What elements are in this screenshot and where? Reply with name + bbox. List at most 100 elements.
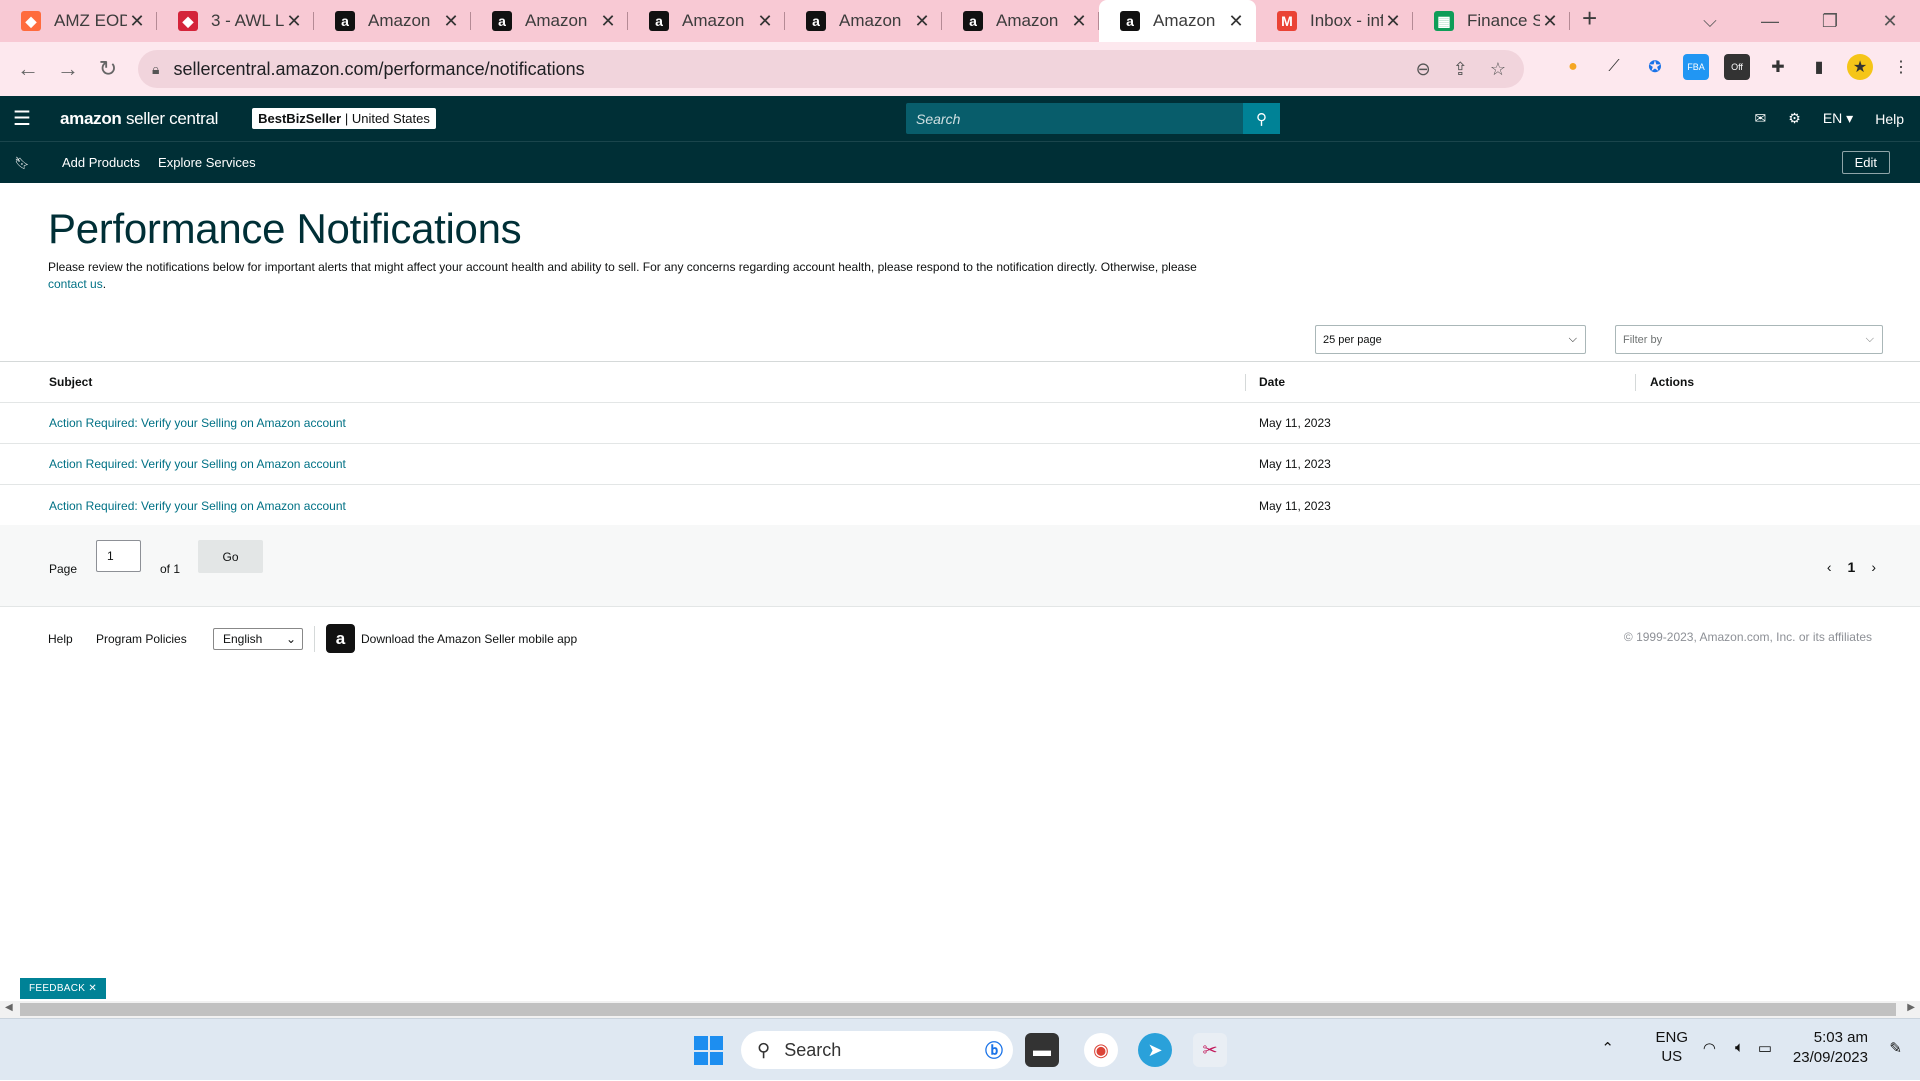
zoom-icon[interactable]: ⊖ (1416, 59, 1431, 80)
profile-avatar[interactable]: ★ (1847, 54, 1873, 80)
language-selector[interactable]: EN ▾ (1823, 110, 1853, 127)
column-header-actions: Actions (1650, 375, 1695, 389)
extension-icon[interactable]: ⟋ (1601, 54, 1627, 80)
share-icon[interactable]: ⇪ (1453, 59, 1468, 80)
horizontal-scrollbar[interactable]: ◀ ▶ (0, 1001, 1920, 1018)
scroll-right-icon[interactable]: ▶ (1907, 1002, 1915, 1013)
snipping-tool-icon[interactable]: ✂ (1193, 1033, 1227, 1067)
feedback-button[interactable]: FEEDBACK ✕ (20, 978, 106, 999)
column-header-subject[interactable]: Subject (49, 375, 92, 389)
input-language[interactable]: ENG US (1655, 1028, 1688, 1066)
gear-icon[interactable]: ⚙ (1788, 110, 1801, 127)
extension-icon[interactable]: ✪ (1642, 54, 1668, 80)
per-page-select[interactable]: 25 per page ⌵ (1315, 325, 1586, 354)
browser-tab[interactable]: M Inbox - inf ✕ (1256, 0, 1413, 42)
column-header-date[interactable]: Date (1259, 375, 1285, 389)
browser-tab[interactable]: a Amazon ✕ (471, 0, 628, 42)
bing-icon[interactable]: ⓑ (985, 1037, 1003, 1063)
extension-icon[interactable]: Off (1724, 54, 1750, 80)
filter-select[interactable]: Filter by ⌵ (1615, 325, 1883, 354)
extension-icon[interactable]: FBA (1683, 54, 1709, 80)
battery-icon[interactable]: ▭ (1758, 1039, 1772, 1057)
close-tab-icon[interactable]: ✕ (1069, 11, 1089, 32)
reload-icon[interactable]: ↻ (88, 56, 128, 82)
close-tab-icon[interactable]: ✕ (1540, 11, 1560, 32)
notification-subject-link[interactable]: Action Required: Verify your Selling on … (49, 499, 346, 513)
browser-tab[interactable]: ▦ Finance Sh✕ (1413, 0, 1570, 42)
footer-language-select[interactable]: English ⌄ (213, 628, 303, 650)
tab-title: AMZ EOD (54, 11, 127, 30)
forward-icon[interactable]: → (48, 56, 88, 82)
close-tab-icon[interactable]: ✕ (912, 11, 932, 32)
amazon-app-icon[interactable]: a (326, 624, 355, 653)
puzzle-icon[interactable]: ✚ (1765, 54, 1791, 80)
close-tab-icon[interactable]: ✕ (127, 11, 147, 32)
browser-tab[interactable]: ◆ AMZ EOD ✕ (0, 0, 157, 42)
account-switcher[interactable]: BestBizSeller | United States (252, 108, 436, 129)
windows-start-icon[interactable] (694, 1036, 723, 1065)
notification-subject-link[interactable]: Action Required: Verify your Selling on … (49, 457, 346, 471)
close-tab-icon[interactable]: ✕ (598, 11, 618, 32)
volume-icon[interactable]: 🔈︎ (1735, 1039, 1744, 1056)
contact-us-link[interactable]: contact us (48, 277, 103, 291)
chrome-icon[interactable]: ◉ (1084, 1033, 1118, 1067)
subnav-explore-services[interactable]: Explore Services (158, 155, 256, 170)
browser-tab[interactable]: a Amazon ✕ (314, 0, 471, 42)
header-search-input[interactable]: Search (906, 103, 1243, 134)
footer-help-link[interactable]: Help (48, 632, 73, 646)
download-app-link[interactable]: Download the Amazon Seller mobile app (361, 632, 577, 646)
kebab-menu-icon[interactable]: ⋮ (1888, 54, 1914, 80)
chevron-up-icon[interactable]: ⌃ (1601, 1039, 1614, 1057)
current-page[interactable]: 1 (1848, 559, 1856, 575)
file-explorer-icon[interactable]: ▬ (1025, 1033, 1059, 1067)
browser-tab[interactable]: a Amazon ✕ (785, 0, 942, 42)
close-window-button[interactable]: ✕ (1860, 11, 1920, 32)
extensions-area: ● ⟋ ✪ FBA Off ✚ ▮ ★ ⋮ (1560, 54, 1914, 80)
notification-subject-link[interactable]: Action Required: Verify your Selling on … (49, 416, 346, 430)
chevron-right-icon[interactable]: › (1871, 559, 1876, 575)
new-tab-icon[interactable]: + (1582, 3, 1597, 34)
browser-tab[interactable]: a Amazon ✕ (628, 0, 785, 42)
edit-nav-button[interactable]: Edit (1841, 151, 1890, 174)
close-tab-icon[interactable]: ✕ (441, 11, 461, 32)
seller-central-logo[interactable]: amazon seller central (60, 109, 218, 129)
minimize-button[interactable]: — (1740, 11, 1800, 32)
browser-tab[interactable]: ◆ 3 - AWL LA✕ (157, 0, 314, 42)
notification-icon[interactable]: ✎ (1889, 1039, 1902, 1057)
close-tab-icon[interactable]: ✕ (1383, 11, 1403, 32)
amazon-icon: a (335, 11, 355, 31)
telegram-icon[interactable]: ➤ (1138, 1033, 1172, 1067)
help-link[interactable]: Help (1875, 111, 1904, 127)
mail-icon[interactable]: ✉ (1755, 110, 1767, 127)
restore-button[interactable]: ❐ (1800, 11, 1860, 32)
scrollbar-thumb[interactable] (20, 1003, 1896, 1016)
extension-icon[interactable]: ● (1560, 54, 1586, 80)
lock-icon[interactable]: 🔒︎ (152, 61, 159, 78)
tab-title: Inbox - inf (1310, 11, 1383, 30)
tab-search-icon[interactable]: ⌵ (1680, 11, 1740, 32)
browser-tab[interactable]: a Amazon ✕ (942, 0, 1099, 42)
close-tab-icon[interactable]: ✕ (755, 11, 775, 32)
back-icon[interactable]: ← (8, 56, 48, 82)
bookmark-icon[interactable]: 🔖︎ (0, 156, 44, 170)
browser-toolbar: ← → ↻ 🔒︎ sellercentral.amazon.com/perfor… (0, 42, 1920, 96)
taskbar-search-label: Search (784, 1039, 842, 1060)
close-tab-icon[interactable]: ✕ (1226, 11, 1246, 32)
footer-program-policies-link[interactable]: Program Policies (96, 632, 187, 646)
chevron-left-icon[interactable]: ‹ (1827, 559, 1832, 575)
clock[interactable]: 5:03 am 23/09/2023 (1793, 1028, 1868, 1068)
sidepanel-icon[interactable]: ▮ (1806, 54, 1832, 80)
close-tab-icon[interactable]: ✕ (284, 11, 304, 32)
bookmark-star-icon[interactable]: ☆ (1490, 59, 1506, 80)
subnav-add-products[interactable]: Add Products (62, 155, 140, 170)
hamburger-menu-icon[interactable]: ☰ (0, 106, 44, 131)
page-number-input[interactable]: 1 (96, 540, 141, 572)
browser-tab[interactable]: a Amazon ✕ (1099, 0, 1256, 42)
scroll-left-icon[interactable]: ◀ (5, 1002, 13, 1013)
search-button[interactable]: ⚲ (1243, 103, 1280, 134)
wifi-icon[interactable]: ◠ (1703, 1039, 1716, 1057)
close-icon[interactable]: ✕ (88, 983, 97, 994)
go-button[interactable]: Go (198, 540, 263, 573)
address-bar[interactable]: 🔒︎ sellercentral.amazon.com/performance/… (138, 50, 1524, 88)
taskbar-search[interactable]: ⚲ Search ⓑ (741, 1031, 1013, 1069)
